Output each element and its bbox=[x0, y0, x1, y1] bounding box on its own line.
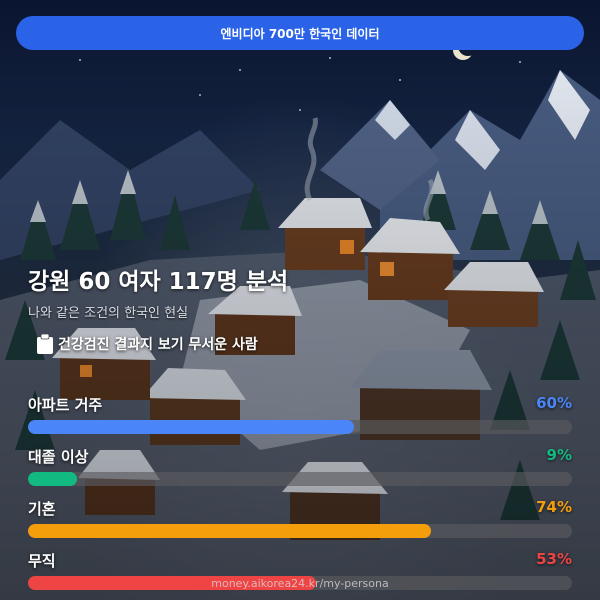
stat-label: 아파트 거주 bbox=[28, 396, 103, 414]
stat-bar-fill bbox=[28, 524, 431, 538]
clipboard-icon bbox=[36, 333, 54, 354]
page-subtitle: 나와 같은 조건의 한국인 현실 bbox=[28, 306, 189, 321]
footer-url[interactable]: money.aikorea24.kr/my-persona bbox=[0, 577, 600, 590]
top-banner[interactable]: 엔비디아 700만 한국인 데이터 bbox=[16, 16, 584, 50]
stat-percent: 60% bbox=[536, 394, 572, 412]
stat-bar-track bbox=[28, 472, 572, 486]
stat-bar-fill bbox=[28, 420, 355, 434]
persona-tag: 건강검진 결과지 보기 무서운 사람 bbox=[36, 333, 258, 354]
banner-text: 엔비디아 700만 한국인 데이터 bbox=[220, 26, 380, 41]
background-shade bbox=[0, 0, 600, 600]
page-title: 강원 60 여자 117명 분석 bbox=[28, 269, 289, 295]
stat-percent: 9% bbox=[546, 446, 572, 464]
stat-label: 대졸 이상 bbox=[28, 448, 89, 466]
stat-label: 무직 bbox=[28, 552, 56, 570]
stat-bar-track bbox=[28, 524, 572, 538]
background-illustration bbox=[0, 0, 600, 600]
stat-bar-fill bbox=[28, 472, 77, 486]
stat-bar-track bbox=[28, 420, 572, 434]
stat-percent: 53% bbox=[536, 550, 572, 568]
stat-percent: 74% bbox=[536, 498, 572, 516]
persona-tag-text: 건강검진 결과지 보기 무서운 사람 bbox=[58, 337, 258, 353]
stat-label: 기혼 bbox=[28, 500, 56, 518]
